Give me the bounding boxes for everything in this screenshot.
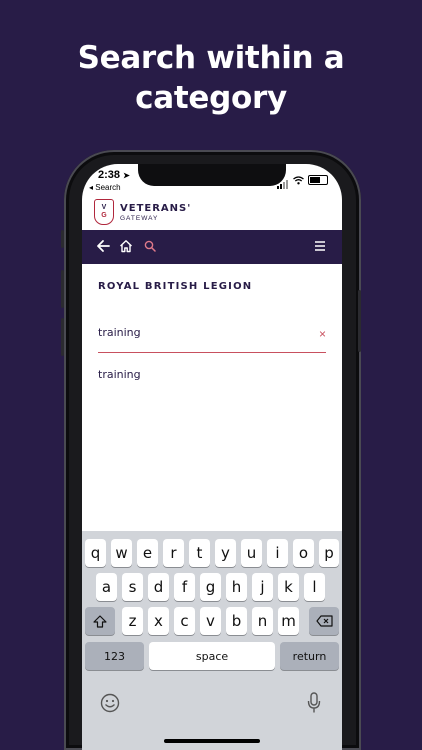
location-arrow-icon: ➤ xyxy=(123,171,130,180)
shield-logo-icon: V G xyxy=(94,199,114,225)
space-key[interactable]: space xyxy=(149,642,275,670)
key-g[interactable]: g xyxy=(200,573,221,601)
logo-letter-g: G xyxy=(101,212,107,219)
wifi-icon xyxy=(293,175,304,184)
key-d[interactable]: d xyxy=(148,573,169,601)
key-u[interactable]: u xyxy=(241,539,262,567)
battery-icon xyxy=(308,175,328,185)
search-input[interactable] xyxy=(98,326,298,339)
silent-switch xyxy=(61,230,64,248)
key-s[interactable]: s xyxy=(122,573,143,601)
status-back-link[interactable]: ◂ Search xyxy=(89,183,121,192)
key-y[interactable]: y xyxy=(215,539,236,567)
key-p[interactable]: p xyxy=(319,539,339,567)
key-i[interactable]: i xyxy=(267,539,288,567)
promo-headline: Search within a category xyxy=(0,38,422,118)
category-title: ROYAL BRITISH LEGION xyxy=(98,281,253,292)
key-z[interactable]: z xyxy=(122,607,143,635)
key-v[interactable]: v xyxy=(200,607,221,635)
emoji-icon[interactable] xyxy=(100,693,120,713)
arrow-left-icon[interactable] xyxy=(96,239,110,253)
key-j[interactable]: j xyxy=(252,573,273,601)
power-button xyxy=(358,290,361,352)
headline-line-1: Search within a xyxy=(77,40,345,76)
notch xyxy=(138,164,286,186)
key-l[interactable]: l xyxy=(304,573,325,601)
brand-subtitle: GATEWAY xyxy=(120,214,159,222)
brand-logo[interactable]: V G VETERANS' GATEWAY xyxy=(94,198,191,226)
backspace-icon xyxy=(315,615,333,627)
status-icons xyxy=(277,171,328,189)
shift-arrow-icon xyxy=(93,614,107,628)
ios-keyboard: q w e r t y u i o p a s d f g h j k l z … xyxy=(82,531,342,750)
key-a[interactable]: a xyxy=(96,573,117,601)
numbers-key[interactable]: 123 xyxy=(85,642,144,670)
search-field: × xyxy=(98,324,326,353)
microphone-icon[interactable] xyxy=(307,692,321,714)
delete-key[interactable] xyxy=(309,607,339,635)
key-o[interactable]: o xyxy=(293,539,314,567)
home-indicator xyxy=(164,739,260,743)
volume-down-button xyxy=(61,318,64,356)
volume-up-button xyxy=(61,270,64,308)
headline-line-2: category xyxy=(135,80,287,116)
logo-letter-v: V xyxy=(101,204,107,211)
key-q[interactable]: q xyxy=(85,539,106,567)
key-c[interactable]: c xyxy=(174,607,195,635)
brand-name: VETERANS' xyxy=(120,202,192,214)
key-m[interactable]: m xyxy=(278,607,299,635)
search-result-item[interactable]: training xyxy=(98,368,141,381)
key-t[interactable]: t xyxy=(189,539,210,567)
status-time: 2:38 ➤ xyxy=(98,169,130,181)
key-b[interactable]: b xyxy=(226,607,247,635)
return-key[interactable]: return xyxy=(280,642,339,670)
key-w[interactable]: w xyxy=(111,539,132,567)
key-n[interactable]: n xyxy=(252,607,273,635)
key-k[interactable]: k xyxy=(278,573,299,601)
key-x[interactable]: x xyxy=(148,607,169,635)
cellular-signal-icon xyxy=(277,171,289,189)
shift-key[interactable] xyxy=(85,607,115,635)
home-icon[interactable] xyxy=(119,239,133,253)
key-e[interactable]: e xyxy=(137,539,158,567)
search-icon[interactable] xyxy=(144,240,156,252)
key-f[interactable]: f xyxy=(174,573,195,601)
key-r[interactable]: r xyxy=(163,539,184,567)
clear-search-button[interactable]: × xyxy=(319,327,326,341)
nav-bar xyxy=(82,230,342,264)
phone-screen: 2:38 ➤ ◂ Search V G VETERANS' GATEWAY RO… xyxy=(82,164,342,750)
hamburger-menu-icon[interactable] xyxy=(314,240,326,252)
key-h[interactable]: h xyxy=(226,573,247,601)
